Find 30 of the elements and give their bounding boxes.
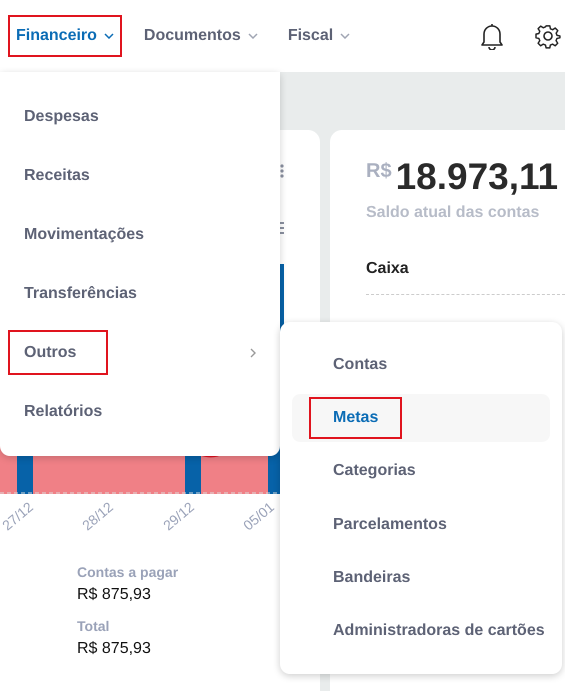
chevron-right-icon	[250, 348, 256, 358]
stat-value: R$ 875,93	[77, 586, 152, 604]
nav-menu-item[interactable]: Documentos	[136, 15, 266, 57]
menu-item[interactable]: Despesas	[8, 94, 256, 139]
chevron-down-icon	[340, 33, 350, 39]
stat-label: Total	[77, 618, 110, 634]
menu-item[interactable]: Outros	[8, 330, 256, 375]
bell-icon[interactable]	[479, 22, 505, 50]
account-name: Caixa	[366, 260, 409, 277]
menu-item[interactable]: Transferências	[8, 271, 256, 316]
submenu-item[interactable]: Parcelamentos	[292, 500, 550, 548]
submenu-item[interactable]: Administradoras de cartões	[292, 608, 550, 655]
menu-item[interactable]: Movimentações	[8, 212, 256, 257]
balance-caption: Saldo atual das contas	[366, 204, 540, 222]
chevron-down-icon	[104, 33, 114, 39]
submenu-item[interactable]: Bandeiras	[292, 554, 550, 602]
nav-menu-item[interactable]: Financeiro	[8, 15, 122, 57]
more-options-icon[interactable]	[280, 164, 284, 178]
menu-item[interactable]: Receitas	[8, 153, 256, 198]
settings-icon[interactable]	[535, 23, 561, 49]
currency-symbol: R$	[366, 160, 392, 183]
menu-item[interactable]: Relatórios	[8, 389, 256, 434]
submenu-item[interactable]: Categorias	[292, 448, 550, 495]
submenu-item[interactable]: Metas	[292, 394, 550, 442]
balance-amount: 18.973,11	[396, 156, 558, 198]
submenu-item[interactable]: Contas	[292, 341, 550, 388]
stat-value: R$ 875,93	[77, 640, 152, 658]
stat-label: Contas a pagar	[77, 564, 178, 580]
nav-menu-item[interactable]: Fiscal	[280, 15, 358, 57]
chevron-down-icon	[248, 33, 258, 39]
